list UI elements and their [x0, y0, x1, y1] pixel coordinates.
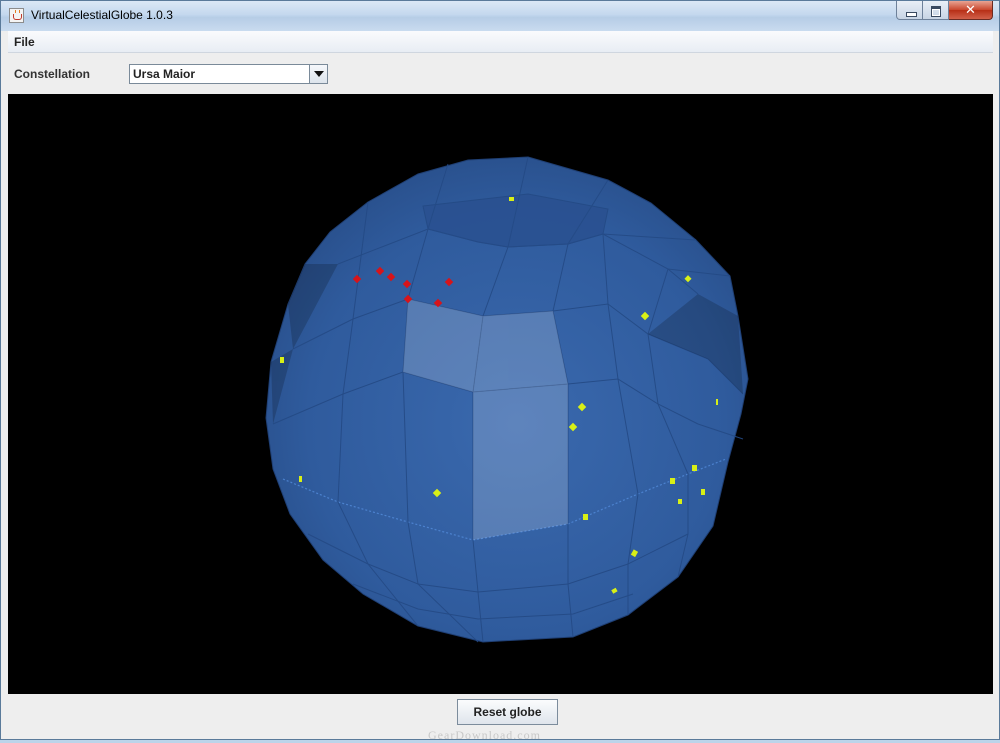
java-cup-icon [9, 8, 24, 23]
minimize-icon [906, 12, 917, 17]
constellation-select[interactable]: Ursa Maior [129, 64, 328, 84]
chevron-down-icon[interactable] [309, 65, 327, 83]
constellation-label: Constellation [14, 67, 91, 81]
star-marker [299, 476, 302, 482]
star-marker [678, 499, 682, 504]
star-marker [692, 465, 697, 471]
constellation-toolbar: Constellation Ursa Maior [8, 54, 993, 94]
menu-bar: File [8, 31, 993, 53]
constellation-selected-value: Ursa Maior [133, 67, 196, 81]
close-button[interactable]: ✕ [949, 1, 993, 20]
star-marker [509, 197, 514, 201]
star-marker [583, 514, 588, 520]
reset-globe-label: Reset globe [473, 705, 542, 719]
maximize-icon [931, 6, 941, 17]
bottom-bar: Reset globe GearDownload.com [8, 694, 993, 742]
app-window: VirtualCelestialGlobe 1.0.3 ✕ File Const… [0, 0, 1000, 742]
star-marker [670, 478, 675, 484]
window-title: VirtualCelestialGlobe 1.0.3 [31, 8, 173, 22]
minimize-button[interactable] [896, 1, 923, 20]
title-bar[interactable]: VirtualCelestialGlobe 1.0.3 ✕ [1, 1, 999, 31]
watermark: GearDownload.com [428, 728, 541, 742]
star-marker [716, 399, 718, 405]
star-marker [280, 357, 284, 363]
globe-canvas[interactable] [8, 94, 993, 694]
menu-file[interactable]: File [14, 35, 35, 49]
reset-globe-button[interactable]: Reset globe [457, 699, 558, 725]
globe-view[interactable] [8, 94, 993, 694]
caption-buttons: ✕ [896, 1, 993, 21]
close-icon: ✕ [965, 2, 976, 17]
star-marker [701, 489, 705, 495]
maximize-button[interactable] [923, 1, 949, 20]
